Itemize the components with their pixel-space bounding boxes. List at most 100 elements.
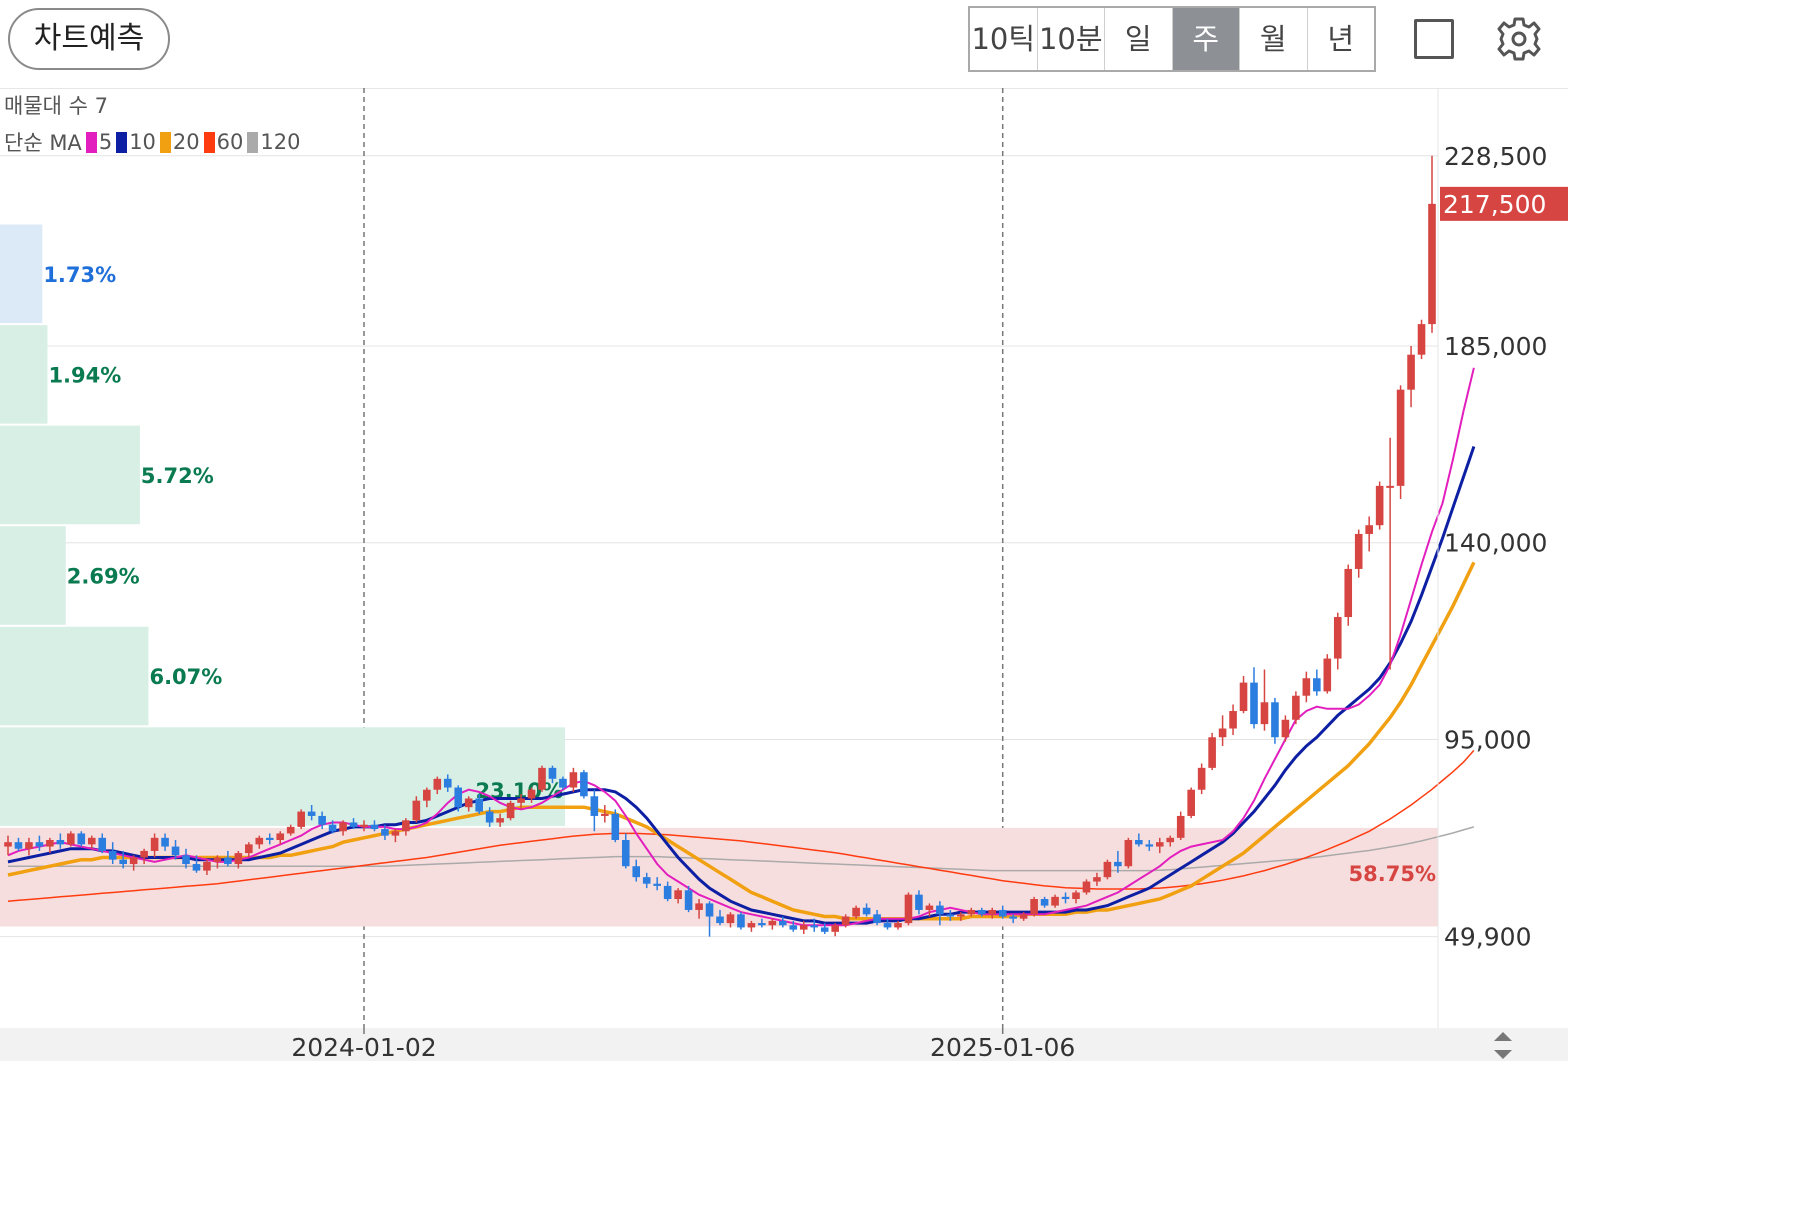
top-toolbar: 차트예측 10틱 10분 일 주 월 년 bbox=[0, 0, 1568, 89]
candle-body bbox=[14, 842, 23, 849]
period-tab-week[interactable]: 주 bbox=[1172, 8, 1240, 70]
volume-profile-label: 58.75% bbox=[1349, 862, 1436, 886]
candle-body bbox=[1030, 899, 1038, 915]
candle-body bbox=[747, 923, 756, 928]
fullscreen-square-icon[interactable] bbox=[1414, 19, 1454, 59]
volume-profile-label: 1.73% bbox=[43, 263, 116, 287]
candle-body bbox=[862, 907, 871, 915]
candle-body bbox=[810, 925, 819, 928]
volume-profile-label: 6.07% bbox=[149, 665, 222, 689]
candle-body bbox=[4, 842, 12, 847]
volume-profile-label: 5.72% bbox=[141, 464, 214, 488]
candle-body bbox=[1114, 861, 1122, 867]
period-tab-10min[interactable]: 10분 bbox=[1037, 8, 1105, 70]
candle-body bbox=[663, 885, 672, 900]
candle-body bbox=[904, 894, 913, 924]
candle-body bbox=[925, 905, 934, 910]
candle-body bbox=[1407, 354, 1415, 390]
candle-body bbox=[1417, 324, 1426, 355]
candle-body bbox=[758, 923, 766, 926]
candle-body bbox=[119, 859, 127, 865]
period-tab-year[interactable]: 년 bbox=[1307, 8, 1374, 70]
candle-body bbox=[894, 923, 902, 928]
price-tick-label: 140,000 bbox=[1444, 529, 1547, 558]
candle-body bbox=[831, 925, 839, 932]
candle-body bbox=[737, 914, 745, 928]
candle-body bbox=[1344, 568, 1353, 618]
candle-body bbox=[611, 813, 620, 840]
candle-body bbox=[1040, 899, 1049, 906]
candle-body bbox=[286, 826, 295, 834]
candle-body bbox=[1208, 737, 1216, 768]
candle-body bbox=[1166, 837, 1175, 843]
candle-body bbox=[590, 796, 599, 816]
candle-body bbox=[475, 798, 483, 812]
candle-body bbox=[1396, 389, 1405, 486]
period-tab-month[interactable]: 월 bbox=[1240, 8, 1308, 70]
candle-body bbox=[328, 824, 337, 832]
price-tick-label: 49,900 bbox=[1444, 923, 1531, 952]
candle-body bbox=[1323, 658, 1332, 692]
candle-body bbox=[224, 857, 232, 865]
candle-body bbox=[1124, 840, 1133, 867]
candle-body bbox=[1292, 695, 1300, 720]
candle-body bbox=[339, 822, 347, 832]
candle-body bbox=[1229, 711, 1237, 729]
candle-body bbox=[601, 813, 609, 816]
volume-profile-label: 2.69% bbox=[67, 564, 140, 588]
candle-body bbox=[695, 903, 703, 910]
candle-body bbox=[506, 802, 515, 819]
candle-body bbox=[1072, 892, 1080, 900]
candle-body bbox=[1155, 842, 1164, 847]
candle-body bbox=[161, 837, 169, 847]
candle-body bbox=[423, 789, 431, 801]
volume-profile-bar bbox=[0, 425, 140, 525]
candle-body bbox=[318, 815, 326, 825]
period-tab-10tick[interactable]: 10틱 bbox=[970, 8, 1038, 70]
candle-body bbox=[621, 840, 630, 867]
volume-profile-label: 1.94% bbox=[48, 363, 121, 387]
candle-body bbox=[433, 778, 442, 790]
candle-body bbox=[726, 914, 735, 924]
price-chart[interactable]: 1.73%1.94%5.72%2.69%6.07%23.10%58.75% 22… bbox=[0, 88, 1568, 1061]
candle-body bbox=[182, 855, 190, 865]
period-selector: 10틱 10분 일 주 월 년 bbox=[968, 6, 1376, 72]
candle-body bbox=[527, 789, 536, 799]
candle-body bbox=[957, 914, 965, 917]
volume-profile-bar bbox=[0, 626, 149, 726]
chart-predict-button[interactable]: 차트예측 bbox=[8, 8, 170, 70]
candle-body bbox=[1019, 914, 1028, 919]
candle-body bbox=[150, 837, 159, 851]
date-axis[interactable]: 2024-01-02 2025-01-06 bbox=[0, 1028, 1568, 1061]
candle-body bbox=[276, 833, 285, 840]
candle-body bbox=[1082, 881, 1091, 893]
period-tab-day[interactable]: 일 bbox=[1105, 8, 1173, 70]
candle-body bbox=[684, 890, 693, 910]
candle-body bbox=[1061, 896, 1070, 900]
candle-body bbox=[1145, 844, 1154, 847]
candle-body bbox=[1354, 533, 1363, 569]
volume-profile: 1.73%1.94%5.72%2.69%6.07%23.10%58.75% bbox=[0, 224, 1438, 927]
candle-body bbox=[87, 837, 96, 845]
gear-icon[interactable] bbox=[1494, 14, 1544, 64]
candle-body bbox=[307, 811, 316, 816]
candle-body bbox=[1051, 896, 1059, 906]
volume-profile-bar bbox=[0, 526, 66, 625]
candle-body bbox=[1187, 789, 1195, 816]
candle-body bbox=[1281, 719, 1290, 738]
volume-profile-bar bbox=[0, 325, 48, 424]
candle-body bbox=[548, 767, 557, 779]
candle-body bbox=[370, 824, 379, 830]
candle-body bbox=[171, 846, 180, 856]
date-axis-bar bbox=[0, 1028, 1568, 1061]
candle-body bbox=[25, 842, 33, 849]
candle-body bbox=[1103, 861, 1112, 878]
candle-body bbox=[464, 798, 473, 808]
candle-body bbox=[443, 778, 452, 788]
candle-body bbox=[1250, 682, 1258, 725]
candle-body bbox=[77, 833, 86, 845]
candle-body bbox=[360, 824, 368, 827]
candle-body bbox=[1009, 916, 1017, 919]
candle-body bbox=[580, 772, 588, 797]
candle-body bbox=[915, 894, 923, 910]
